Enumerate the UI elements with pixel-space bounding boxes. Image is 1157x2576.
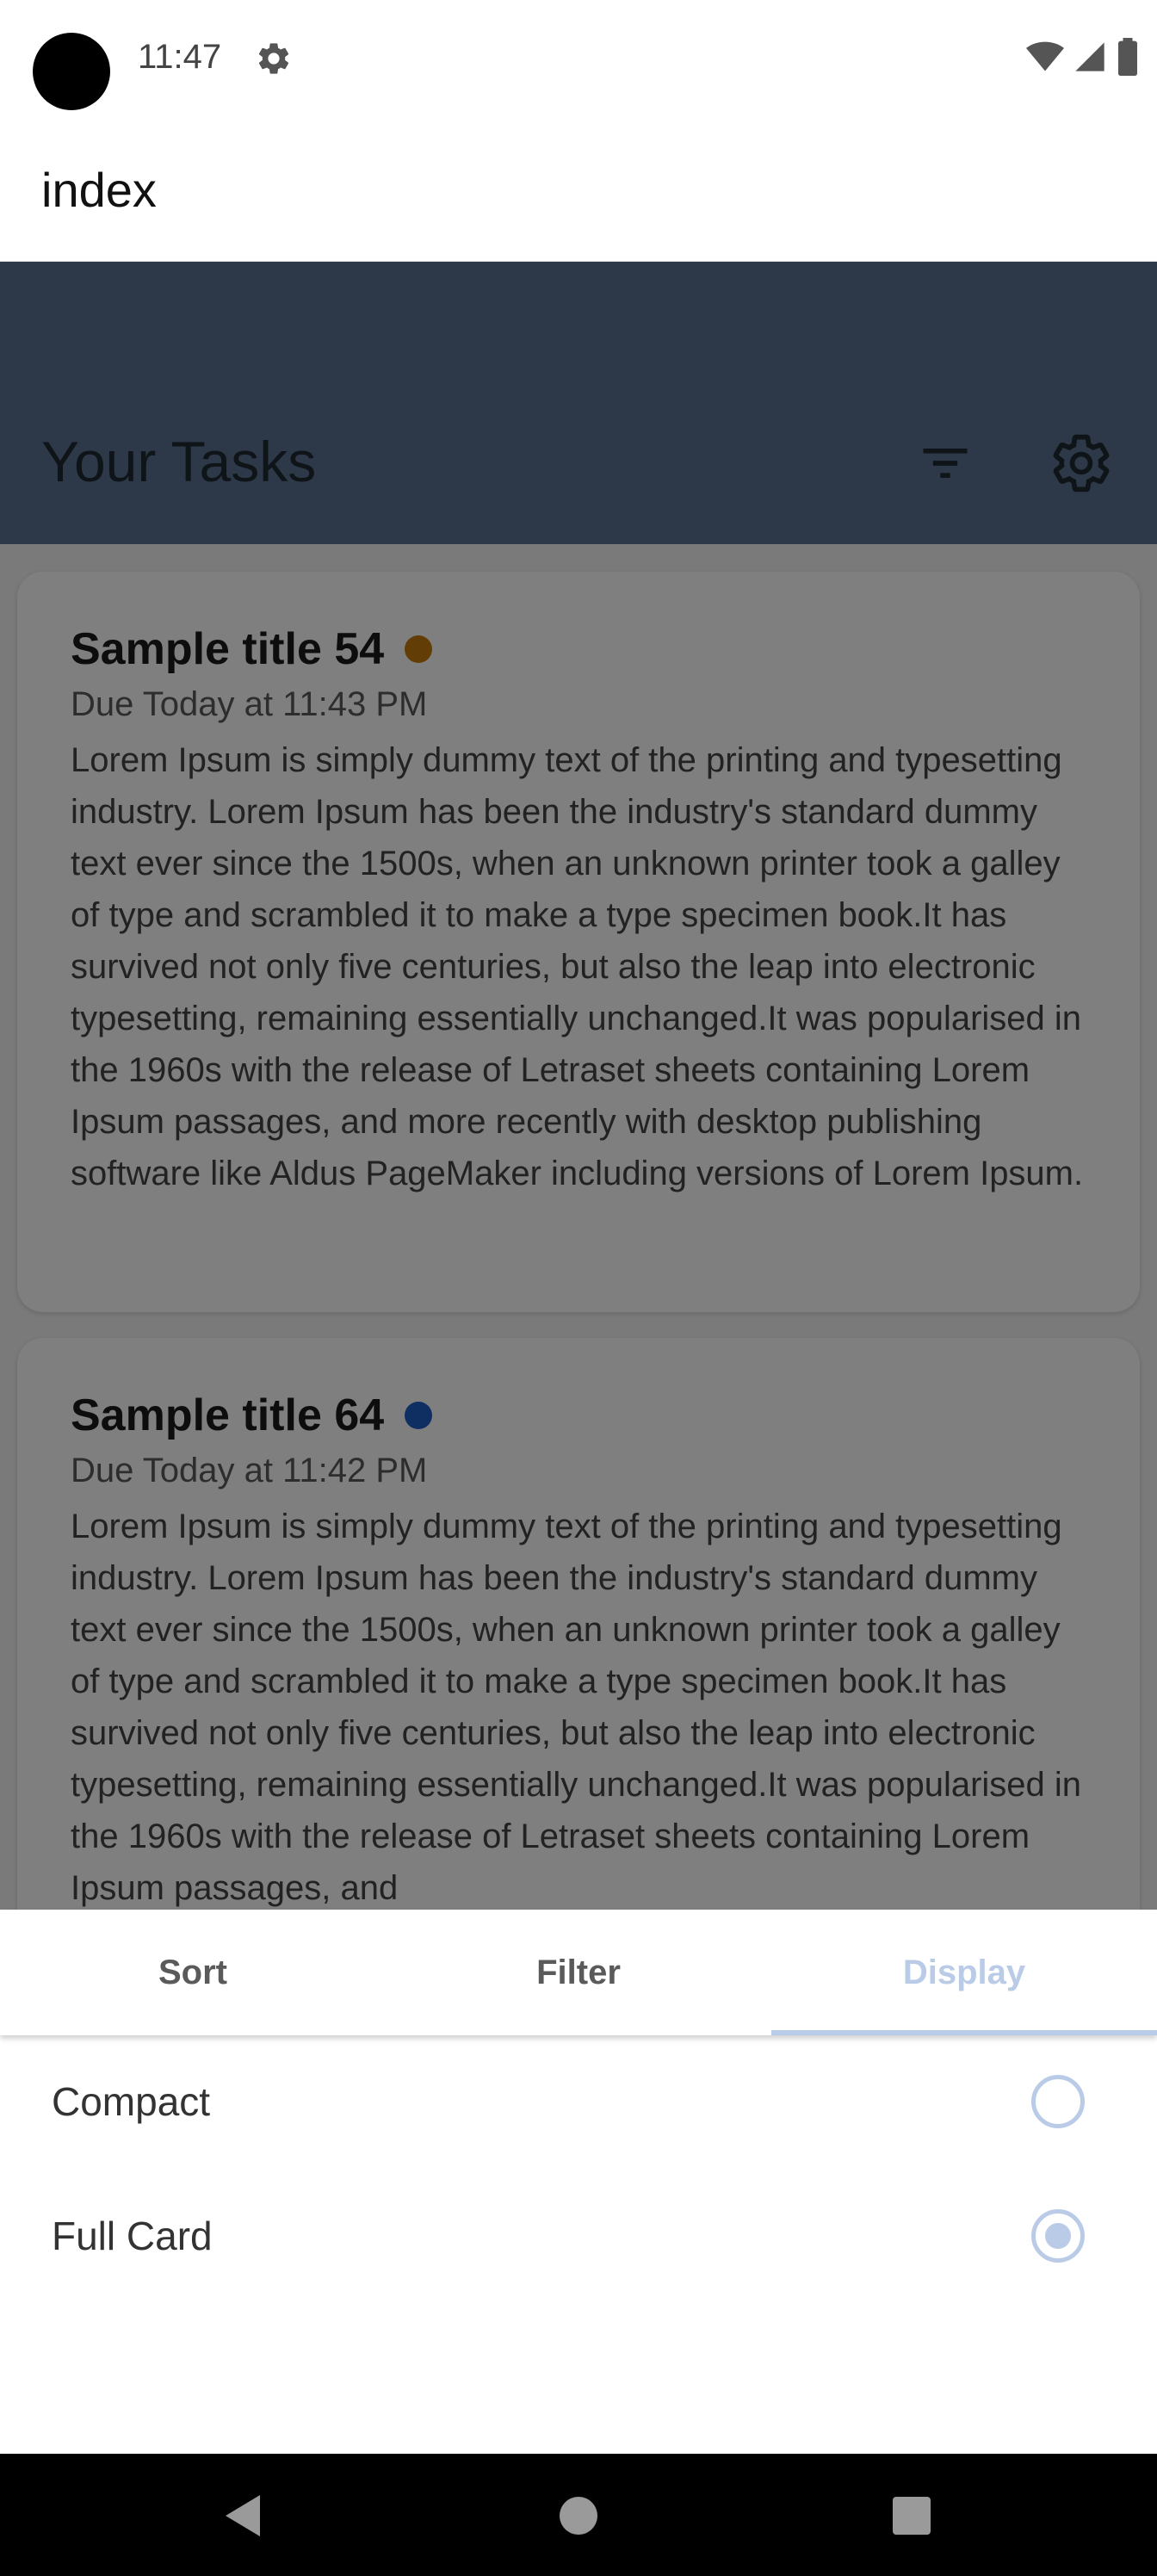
battery-icon — [1118, 38, 1137, 76]
camera-cutout — [33, 33, 110, 110]
radio-full-card[interactable] — [1031, 2209, 1085, 2263]
option-label: Compact — [52, 2079, 211, 2124]
tab-label: Sort — [158, 1953, 227, 1991]
status-bar: 11:47 — [0, 0, 1157, 121]
option-compact[interactable]: Compact — [0, 2037, 1157, 2166]
gear-icon — [258, 43, 289, 74]
tab-sort[interactable]: Sort — [0, 1910, 386, 2035]
option-full-card[interactable]: Full Card — [0, 2171, 1157, 2300]
display-options-sheet: Sort Filter Display Compact Full Card — [0, 1910, 1157, 2454]
cellular-signal-icon — [1075, 42, 1104, 71]
tab-display[interactable]: Display — [771, 1910, 1157, 2035]
tab-label: Display — [902, 1953, 1026, 1991]
recents-icon[interactable] — [893, 2497, 931, 2535]
tab-label: Filter — [536, 1953, 621, 1991]
sheet-tabs: Sort Filter Display — [0, 1910, 1157, 2035]
radio-selected-indicator — [1045, 2223, 1071, 2249]
app-title: index — [41, 163, 157, 217]
radio-compact[interactable] — [1031, 2075, 1085, 2128]
option-label: Full Card — [52, 2214, 213, 2258]
wifi-icon — [1026, 41, 1064, 71]
modal-scrim[interactable] — [0, 262, 1157, 1910]
system-nav-bar — [0, 2454, 1157, 2576]
tab-filter[interactable]: Filter — [386, 1910, 771, 2035]
back-icon[interactable] — [222, 2493, 262, 2538]
app-bar: index — [0, 121, 1157, 262]
status-time: 11:47 — [138, 38, 222, 76]
active-tab-indicator — [771, 2030, 1157, 2035]
home-icon[interactable] — [560, 2497, 597, 2535]
